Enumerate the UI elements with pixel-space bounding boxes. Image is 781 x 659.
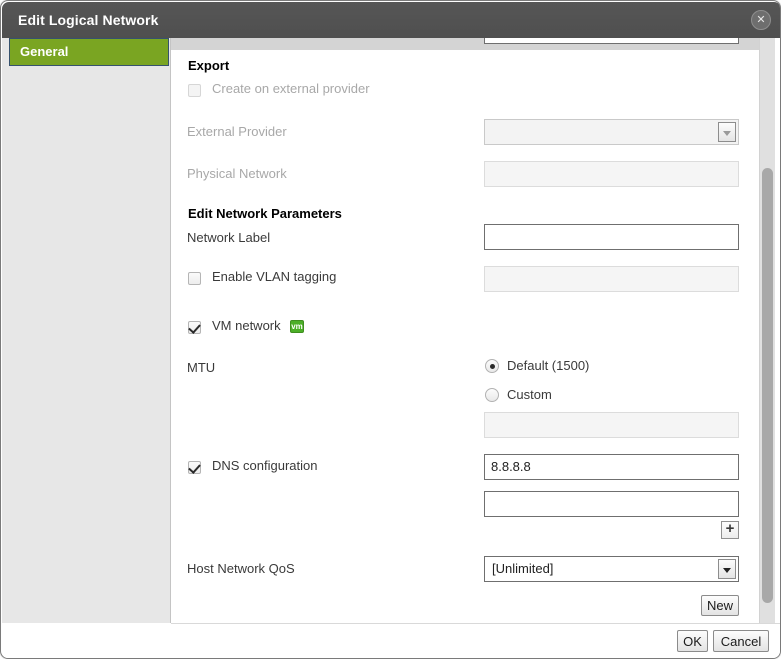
host-network-qos-dropdown[interactable]: [Unlimited]: [484, 556, 739, 582]
external-provider-label: External Provider: [187, 124, 287, 139]
create-on-external-provider-checkbox: [188, 84, 201, 97]
network-label-input[interactable]: [484, 224, 739, 250]
create-on-external-provider-label: Create on external provider: [212, 81, 370, 96]
chevron-down-icon: [718, 122, 736, 142]
mtu-default-radio[interactable]: [485, 359, 499, 373]
mtu-custom-input: [484, 412, 739, 438]
sidebar-item-general[interactable]: General: [9, 38, 169, 66]
enable-vlan-tagging-checkbox[interactable]: [188, 272, 201, 285]
cancel-button[interactable]: Cancel: [713, 630, 769, 652]
enable-vlan-tagging-label: Enable VLAN tagging: [212, 269, 336, 284]
mtu-label: MTU: [187, 360, 215, 375]
dialog-title: Edit Logical Network: [18, 12, 158, 28]
dns-configuration-checkbox[interactable]: [188, 461, 201, 474]
edit-logical-network-dialog: Edit Logical Network General Export Crea…: [0, 0, 781, 659]
vm-network-label: VM network: [212, 318, 281, 333]
network-label-label: Network Label: [187, 230, 270, 245]
dialog-titlebar: Edit Logical Network: [2, 2, 781, 38]
vlan-tag-input: [484, 266, 739, 292]
mtu-custom-radio[interactable]: [485, 388, 499, 402]
content-scrollbar[interactable]: [759, 38, 775, 623]
export-section-heading: Export: [188, 58, 229, 73]
close-icon[interactable]: [751, 10, 771, 30]
scrollbar-thumb[interactable]: [762, 168, 773, 603]
general-form: Export Create on external provider Exter…: [171, 50, 759, 623]
dns-server-input-2[interactable]: [484, 491, 739, 517]
mtu-default-label: Default (1500): [507, 358, 589, 373]
vm-badge-text: vm: [291, 320, 303, 333]
physical-network-field: [484, 161, 739, 187]
vm-badge-icon: vm: [290, 320, 304, 333]
new-qos-button[interactable]: New: [701, 595, 739, 616]
scrolled-top-strip: [171, 38, 759, 50]
host-network-qos-value: [Unlimited]: [492, 561, 553, 576]
host-network-qos-label: Host Network QoS: [187, 561, 295, 576]
external-provider-dropdown: [484, 119, 739, 145]
network-parameters-heading: Edit Network Parameters: [188, 206, 342, 221]
dialog-sidebar: General: [2, 38, 171, 623]
chevron-down-icon[interactable]: [718, 559, 736, 579]
dns-configuration-label: DNS configuration: [212, 458, 318, 473]
mtu-custom-label: Custom: [507, 387, 552, 402]
dns-add-icon[interactable]: [721, 521, 739, 539]
sidebar-item-label: General: [20, 44, 68, 59]
physical-network-label: Physical Network: [187, 166, 287, 181]
dialog-footer: OK Cancel: [2, 624, 781, 659]
dns-server-input-1[interactable]: 8.8.8.8: [484, 454, 739, 480]
vm-network-checkbox[interactable]: [188, 321, 201, 334]
dialog-content: Export Create on external provider Exter…: [171, 38, 781, 623]
clipped-field-above[interactable]: [484, 38, 739, 44]
ok-button[interactable]: OK: [677, 630, 708, 652]
